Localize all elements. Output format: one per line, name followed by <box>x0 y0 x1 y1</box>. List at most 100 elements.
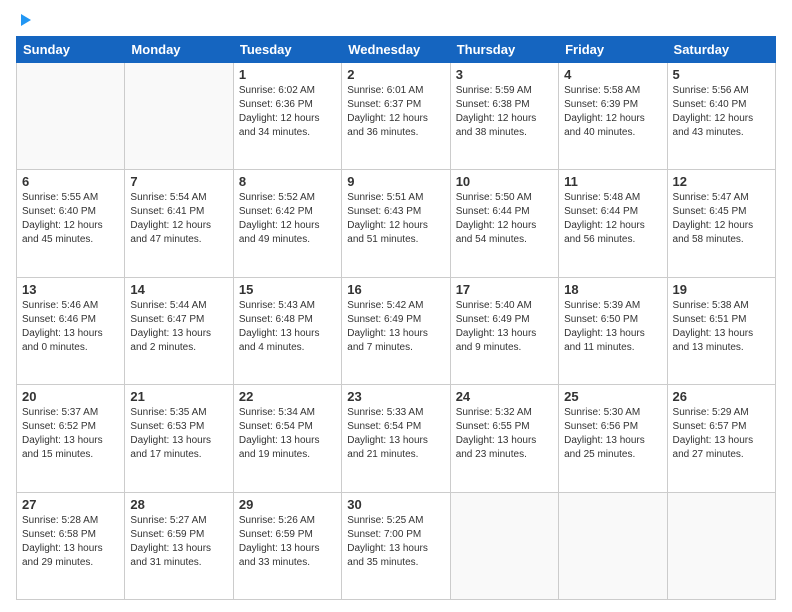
calendar-cell: 27 Sunrise: 5:28 AM Sunset: 6:58 PM Dayli… <box>17 492 125 599</box>
day-number: 29 <box>239 497 336 512</box>
calendar-cell: 5 Sunrise: 5:56 AM Sunset: 6:40 PM Daylig… <box>667 63 775 170</box>
calendar-header-row: SundayMondayTuesdayWednesdayThursdayFrid… <box>17 37 776 63</box>
cell-content: Sunrise: 5:42 AM Sunset: 6:49 PM Dayligh… <box>347 299 444 355</box>
logo <box>16 12 34 28</box>
cell-content: Sunrise: 5:38 AM Sunset: 6:51 PM Dayligh… <box>673 299 770 355</box>
cell-content: Sunrise: 5:25 AM Sunset: 7:00 PM Dayligh… <box>347 514 444 570</box>
header <box>16 12 776 28</box>
week-row-5: 27 Sunrise: 5:28 AM Sunset: 6:58 PM Dayli… <box>17 492 776 599</box>
calendar-cell: 28 Sunrise: 5:27 AM Sunset: 6:59 PM Dayli… <box>125 492 233 599</box>
cell-content: Sunrise: 5:47 AM Sunset: 6:45 PM Dayligh… <box>673 191 770 247</box>
day-number: 7 <box>130 174 227 189</box>
cell-content: Sunrise: 6:02 AM Sunset: 6:36 PM Dayligh… <box>239 84 336 140</box>
calendar-cell: 14Sunrise: 5:44 AM Sunset: 6:47 PM Dayli… <box>125 277 233 384</box>
day-number: 18 <box>564 282 661 297</box>
calendar-cell: 17 Sunrise: 5:40 AM Sunset: 6:49 PM Dayli… <box>450 277 558 384</box>
day-number: 27 <box>22 497 119 512</box>
day-number: 2 <box>347 67 444 82</box>
calendar-cell: 1 Sunrise: 6:02 AM Sunset: 6:36 PM Daylig… <box>233 63 341 170</box>
day-number: 23 <box>347 389 444 404</box>
day-number: 25 <box>564 389 661 404</box>
cell-content: Sunrise: 5:50 AM Sunset: 6:44 PM Dayligh… <box>456 191 553 247</box>
cell-content: Sunrise: 5:46 AM Sunset: 6:46 PM Dayligh… <box>22 299 119 355</box>
calendar-cell <box>125 63 233 170</box>
cell-content: Sunrise: 5:28 AM Sunset: 6:58 PM Dayligh… <box>22 514 119 570</box>
cell-content: Sunrise: 5:55 AM Sunset: 6:40 PM Dayligh… <box>22 191 119 247</box>
calendar-cell <box>667 492 775 599</box>
calendar-cell <box>450 492 558 599</box>
day-number: 15 <box>239 282 336 297</box>
calendar-cell: 8 Sunrise: 5:52 AM Sunset: 6:42 PM Daylig… <box>233 170 341 277</box>
cell-content: Sunrise: 5:39 AM Sunset: 6:50 PM Dayligh… <box>564 299 661 355</box>
cell-content: Sunrise: 5:52 AM Sunset: 6:42 PM Dayligh… <box>239 191 336 247</box>
logo-arrow-icon <box>17 12 33 28</box>
day-number: 22 <box>239 389 336 404</box>
week-row-3: 13 Sunrise: 5:46 AM Sunset: 6:46 PM Dayli… <box>17 277 776 384</box>
cell-content: Sunrise: 5:26 AM Sunset: 6:59 PM Dayligh… <box>239 514 336 570</box>
calendar-cell: 4Sunrise: 5:58 AM Sunset: 6:39 PM Daylig… <box>559 63 667 170</box>
day-number: 13 <box>22 282 119 297</box>
calendar-cell: 19 Sunrise: 5:38 AM Sunset: 6:51 PM Dayli… <box>667 277 775 384</box>
cell-content: Sunrise: 5:35 AM Sunset: 6:53 PM Dayligh… <box>130 406 227 462</box>
day-number: 9 <box>347 174 444 189</box>
day-number: 20 <box>22 389 119 404</box>
calendar-cell: 21 Sunrise: 5:35 AM Sunset: 6:53 PM Dayli… <box>125 385 233 492</box>
calendar-cell: 13 Sunrise: 5:46 AM Sunset: 6:46 PM Dayli… <box>17 277 125 384</box>
cell-content: Sunrise: 5:40 AM Sunset: 6:49 PM Dayligh… <box>456 299 553 355</box>
cell-content: Sunrise: 5:34 AM Sunset: 6:54 PM Dayligh… <box>239 406 336 462</box>
day-number: 6 <box>22 174 119 189</box>
col-header-wednesday: Wednesday <box>342 37 450 63</box>
cell-content: Sunrise: 5:48 AM Sunset: 6:44 PM Dayligh… <box>564 191 661 247</box>
calendar-cell: 9Sunrise: 5:51 AM Sunset: 6:43 PM Daylig… <box>342 170 450 277</box>
cell-content: Sunrise: 5:33 AM Sunset: 6:54 PM Dayligh… <box>347 406 444 462</box>
day-number: 3 <box>456 67 553 82</box>
day-number: 17 <box>456 282 553 297</box>
calendar-cell: 29 Sunrise: 5:26 AM Sunset: 6:59 PM Dayli… <box>233 492 341 599</box>
calendar-cell: 24Sunrise: 5:32 AM Sunset: 6:55 PM Dayli… <box>450 385 558 492</box>
cell-content: Sunrise: 5:27 AM Sunset: 6:59 PM Dayligh… <box>130 514 227 570</box>
week-row-4: 20 Sunrise: 5:37 AM Sunset: 6:52 PM Dayli… <box>17 385 776 492</box>
calendar-cell: 20 Sunrise: 5:37 AM Sunset: 6:52 PM Dayli… <box>17 385 125 492</box>
cell-content: Sunrise: 5:30 AM Sunset: 6:56 PM Dayligh… <box>564 406 661 462</box>
day-number: 8 <box>239 174 336 189</box>
calendar-cell: 23 Sunrise: 5:33 AM Sunset: 6:54 PM Dayli… <box>342 385 450 492</box>
cell-content: Sunrise: 5:43 AM Sunset: 6:48 PM Dayligh… <box>239 299 336 355</box>
col-header-tuesday: Tuesday <box>233 37 341 63</box>
calendar-cell: 10 Sunrise: 5:50 AM Sunset: 6:44 PM Dayli… <box>450 170 558 277</box>
day-number: 26 <box>673 389 770 404</box>
calendar-cell <box>17 63 125 170</box>
cell-content: Sunrise: 5:37 AM Sunset: 6:52 PM Dayligh… <box>22 406 119 462</box>
calendar-cell <box>559 492 667 599</box>
calendar-cell: 30Sunrise: 5:25 AM Sunset: 7:00 PM Dayli… <box>342 492 450 599</box>
col-header-thursday: Thursday <box>450 37 558 63</box>
calendar-cell: 18 Sunrise: 5:39 AM Sunset: 6:50 PM Dayli… <box>559 277 667 384</box>
page: SundayMondayTuesdayWednesdayThursdayFrid… <box>0 0 792 612</box>
calendar-cell: 15 Sunrise: 5:43 AM Sunset: 6:48 PM Dayli… <box>233 277 341 384</box>
calendar-cell: 26 Sunrise: 5:29 AM Sunset: 6:57 PM Dayli… <box>667 385 775 492</box>
day-number: 16 <box>347 282 444 297</box>
calendar-cell: 16 Sunrise: 5:42 AM Sunset: 6:49 PM Dayli… <box>342 277 450 384</box>
col-header-friday: Friday <box>559 37 667 63</box>
week-row-1: 1 Sunrise: 6:02 AM Sunset: 6:36 PM Daylig… <box>17 63 776 170</box>
cell-content: Sunrise: 6:01 AM Sunset: 6:37 PM Dayligh… <box>347 84 444 140</box>
calendar-table: SundayMondayTuesdayWednesdayThursdayFrid… <box>16 36 776 600</box>
col-header-monday: Monday <box>125 37 233 63</box>
day-number: 1 <box>239 67 336 82</box>
day-number: 24 <box>456 389 553 404</box>
day-number: 21 <box>130 389 227 404</box>
cell-content: Sunrise: 5:54 AM Sunset: 6:41 PM Dayligh… <box>130 191 227 247</box>
col-header-sunday: Sunday <box>17 37 125 63</box>
day-number: 28 <box>130 497 227 512</box>
cell-content: Sunrise: 5:58 AM Sunset: 6:39 PM Dayligh… <box>564 84 661 140</box>
day-number: 5 <box>673 67 770 82</box>
calendar-cell: 22 Sunrise: 5:34 AM Sunset: 6:54 PM Dayli… <box>233 385 341 492</box>
calendar-cell: 12 Sunrise: 5:47 AM Sunset: 6:45 PM Dayli… <box>667 170 775 277</box>
day-number: 11 <box>564 174 661 189</box>
day-number: 19 <box>673 282 770 297</box>
cell-content: Sunrise: 5:56 AM Sunset: 6:40 PM Dayligh… <box>673 84 770 140</box>
cell-content: Sunrise: 5:29 AM Sunset: 6:57 PM Dayligh… <box>673 406 770 462</box>
day-number: 12 <box>673 174 770 189</box>
calendar-cell: 2 Sunrise: 6:01 AM Sunset: 6:37 PM Daylig… <box>342 63 450 170</box>
calendar-cell: 11 Sunrise: 5:48 AM Sunset: 6:44 PM Dayli… <box>559 170 667 277</box>
day-number: 10 <box>456 174 553 189</box>
